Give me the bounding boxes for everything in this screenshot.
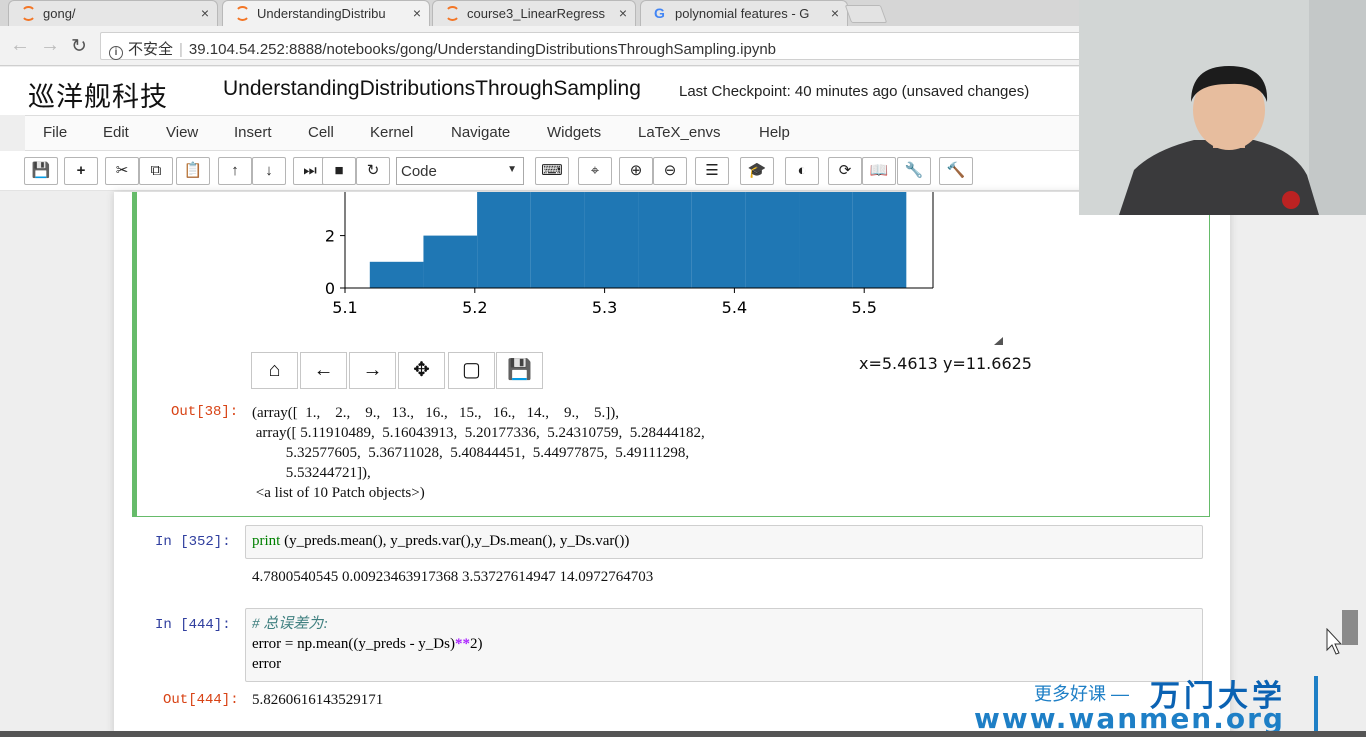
save-icon[interactable]: 💾 [496,352,543,389]
y-tick-label: 2 [325,227,335,246]
resize-grip-icon[interactable] [992,336,1004,346]
code-operator: ** [454,636,470,652]
watermark-bar [1314,676,1318,732]
x-tick-label: 5.4 [722,298,747,317]
y-ticks: 02 [325,227,345,298]
mouse-cursor-icon [1326,628,1342,655]
bottom-bar [0,731,1366,737]
app: gong/ × UnderstandingDistribu × course3_… [0,0,1366,737]
histogram-bar [852,192,907,288]
output-prompt: Out[38]: [171,404,239,420]
histogram-bar [477,192,531,288]
input-prompt: In [352]: [155,534,231,550]
histogram-bar [530,192,585,288]
y-tick-label: 0 [325,279,335,298]
cursor-coordinates: x=5.4613 y=11.6625 [859,354,1032,373]
x-tick-label: 5.1 [332,298,357,317]
x-tick-label: 5.2 [462,298,487,317]
code-text: 2) [469,636,483,652]
histogram-bar [745,192,800,288]
code-text: (y_preds.mean(), y_preds.var(),y_Ds.mean… [280,533,630,549]
histogram-bar [369,261,424,288]
x-tick-label: 5.5 [851,298,876,317]
code-text: error = np.mean((y_preds - y_Ds) [252,636,455,652]
output-text: (array([ 1., 2., 9., 13., 16., 15., 16.,… [252,405,705,501]
presenter-video [1079,0,1366,215]
forward-icon[interactable]: → [349,352,396,389]
code-cell-input[interactable]: print (y_preds.mean(), y_preds.var(),y_D… [245,525,1203,559]
home-icon[interactable]: ⌂ [251,352,298,389]
watermark: 更多好课 — 万门大学 www.wanmen.org [970,668,1330,736]
output-text: 4.7800540545 0.00923463917368 3.53727614… [252,569,654,585]
webcam-overlay [1079,0,1366,215]
code-text: error [252,656,282,672]
x-tick-label: 5.3 [592,298,617,317]
zoom-rect-icon[interactable]: ▢ [448,352,495,389]
output-prompt: Out[444]: [163,692,239,708]
histogram-bar [584,192,639,288]
scrollbar-thumb[interactable] [1342,610,1358,645]
histogram-bar [799,192,853,288]
histogram-bar [691,192,746,288]
histogram-bar [423,235,478,288]
back-icon[interactable]: ← [300,352,347,389]
histogram-bar [638,192,692,288]
code-comment: # 总误差为: [252,616,329,632]
x-ticks: 5.1 5.2 5.3 5.4 5.5 [332,288,877,317]
input-prompt: In [444]: [155,617,231,633]
code-keyword: print [252,533,281,549]
output-text: 5.8260616143529171 [252,692,384,708]
bars-group [369,192,907,288]
move-icon[interactable]: ✥ [398,352,445,389]
